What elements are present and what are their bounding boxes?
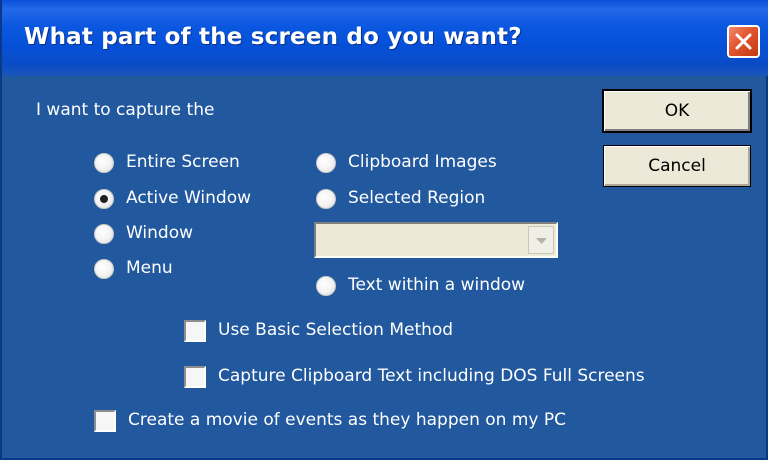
- close-icon: [735, 33, 752, 50]
- region-dropdown-arrow-button[interactable]: [528, 226, 554, 254]
- ok-button[interactable]: OK: [603, 90, 751, 132]
- radio-circle[interactable]: [94, 153, 114, 173]
- close-button[interactable]: [727, 25, 760, 58]
- radio-circle[interactable]: [316, 189, 336, 209]
- capture-dialog: What part of the screen do you want? I w…: [0, 0, 768, 460]
- radio-label: Selected Region: [348, 188, 486, 208]
- radio-label: Window: [126, 223, 194, 243]
- radio-circle[interactable]: [316, 276, 336, 296]
- radio-label: Clipboard Images: [348, 152, 497, 172]
- radio-selected-dot: [100, 195, 108, 203]
- radio-label: Entire Screen: [126, 152, 240, 172]
- radio-label: Active Window: [126, 188, 252, 208]
- checkbox-label: Use Basic Selection Method: [218, 320, 454, 340]
- radio-circle[interactable]: [94, 224, 114, 244]
- capture-prompt-label: I want to capture the: [36, 100, 215, 120]
- dialog-title: What part of the screen do you want?: [24, 24, 522, 50]
- checkbox-box[interactable]: [94, 410, 116, 432]
- cancel-button[interactable]: Cancel: [603, 145, 751, 187]
- checkbox-box[interactable]: [184, 320, 206, 342]
- checkbox-box[interactable]: [184, 366, 206, 388]
- radio-circle[interactable]: [316, 153, 336, 173]
- chevron-down-icon: [536, 238, 547, 244]
- radio-label: Menu: [126, 258, 173, 278]
- checkbox-label: Create a movie of events as they happen …: [128, 410, 566, 430]
- region-dropdown[interactable]: [314, 222, 558, 258]
- checkbox-label: Capture Clipboard Text including DOS Ful…: [218, 366, 645, 386]
- title-bar[interactable]: What part of the screen do you want?: [2, 0, 768, 76]
- radio-label: Text within a window: [348, 275, 526, 295]
- radio-circle[interactable]: [94, 259, 114, 279]
